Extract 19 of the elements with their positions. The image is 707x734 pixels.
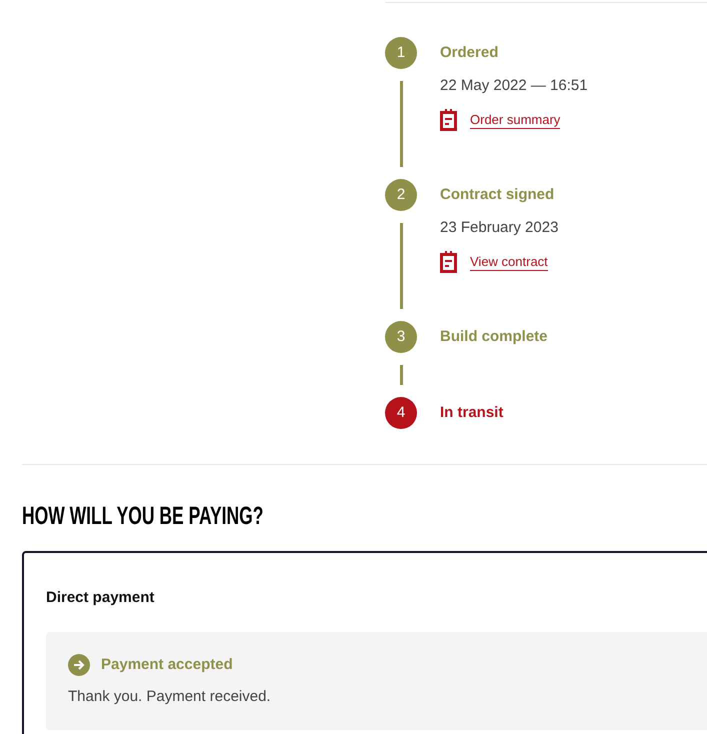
clipboard-icon [440, 109, 457, 131]
step-number: 3 [385, 321, 417, 353]
notice-text: Thank you. Payment received. [68, 687, 271, 707]
document-link[interactable]: View contract [470, 254, 548, 270]
clipboard-icon [440, 251, 457, 273]
step-number: 2 [385, 179, 417, 211]
section-heading: HOW WILL YOU BE PAYING? [22, 501, 264, 531]
step-date: 22 May 2022 — 16:51 [440, 76, 588, 96]
step-title: Contract signed [440, 184, 556, 205]
step-title: Build complete [440, 326, 548, 347]
step-title: In transit [440, 402, 504, 423]
step-date: 23 February 2023 [440, 218, 558, 238]
document-link[interactable]: Order summary [470, 112, 560, 128]
arrow-circle-icon [68, 654, 90, 676]
step-number: 4 [385, 397, 417, 429]
step-number: 1 [385, 37, 417, 69]
payment-method: Direct payment [46, 588, 154, 608]
notice-title: Payment accepted [101, 654, 233, 674]
step-title: Ordered [440, 42, 500, 63]
